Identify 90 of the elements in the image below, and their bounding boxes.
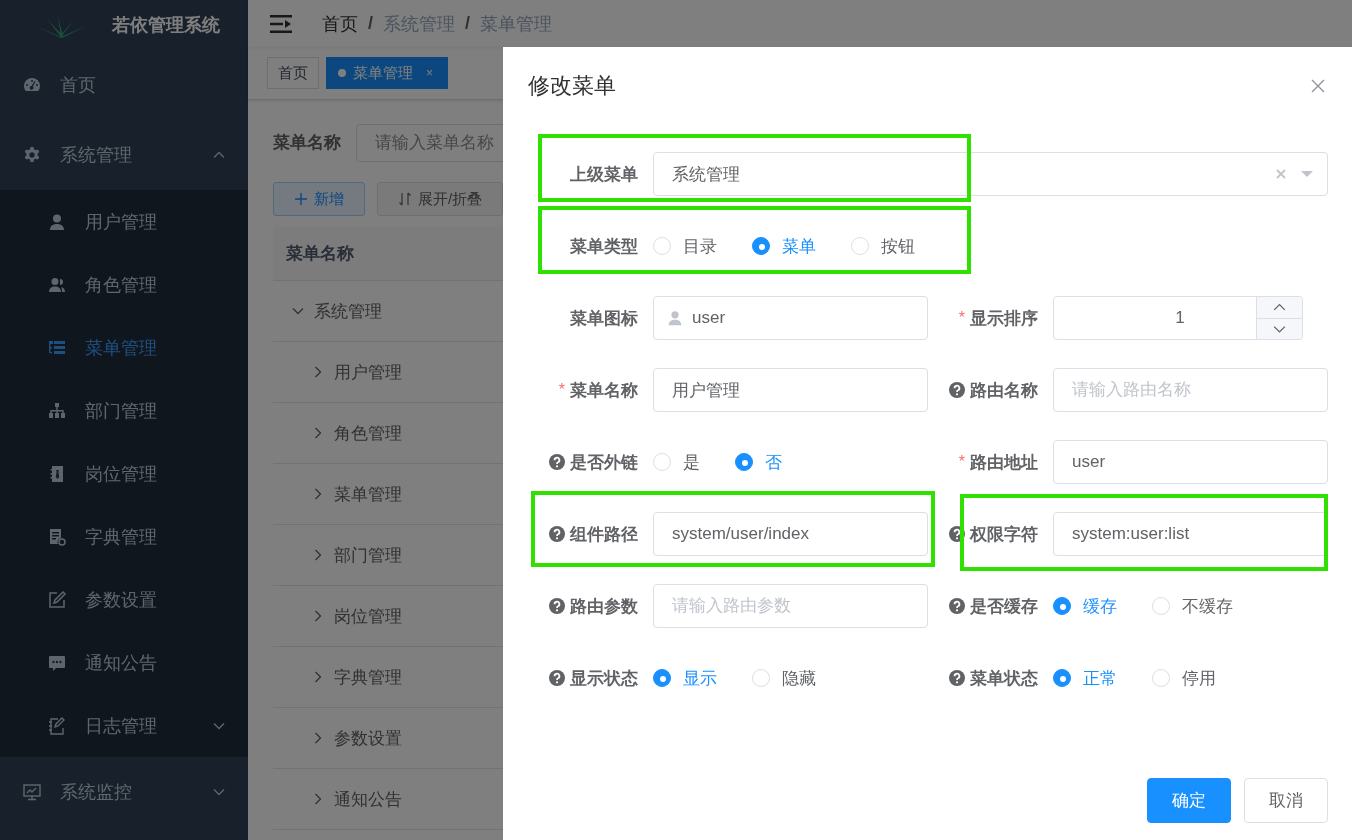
org-chart-icon <box>47 400 67 421</box>
field-label: 菜单图标 <box>570 307 638 330</box>
text-field[interactable]: 请输入路由参数 <box>653 584 928 628</box>
edit-icon <box>47 589 67 610</box>
field-label: 组件路径 <box>570 523 638 546</box>
radio-label: 停用 <box>1182 667 1216 690</box>
sidebar-item[interactable]: 用户管理 <box>0 190 248 253</box>
sidebar-item[interactable]: 首页 <box>0 50 248 120</box>
table-cell: 角色管理 <box>273 421 402 445</box>
field-label: 菜单类型 <box>570 235 638 258</box>
sidebar-item[interactable]: 菜单管理 <box>0 316 248 379</box>
parent-menu-select[interactable]: 系统管理 <box>653 152 1328 196</box>
plus-icon <box>294 192 308 206</box>
field-label: 是否外链 <box>570 451 638 474</box>
required-mark: * <box>958 309 965 327</box>
required-mark: * <box>958 453 965 471</box>
radio-button[interactable] <box>735 453 753 471</box>
field-label: 路由参数 <box>570 595 638 618</box>
radio-label: 不缓存 <box>1182 595 1233 618</box>
sidebar-item[interactable]: 参数设置 <box>0 568 248 631</box>
text-field[interactable]: system/user/index <box>653 512 928 556</box>
field-label: 菜单状态 <box>970 667 1038 690</box>
breadcrumb-separator: / <box>465 13 471 34</box>
text-field[interactable]: 请输入路由名称 <box>1053 368 1328 412</box>
icon-input-field[interactable]: user <box>653 296 928 340</box>
radio-label: 菜单 <box>782 235 816 258</box>
sidebar-item[interactable]: 岗位管理 <box>0 442 248 505</box>
radio-label: 目录 <box>683 235 717 258</box>
column-header: 菜单名称 <box>286 243 354 265</box>
app-title: 若依管理系统 <box>112 14 220 37</box>
radio-label: 正常 <box>1083 667 1117 690</box>
page-tab[interactable]: 首页 <box>267 57 319 89</box>
sidebar-item[interactable]: 字典管理 <box>0 505 248 568</box>
expand-collapse-button[interactable]: 展开/折叠 <box>377 182 504 216</box>
radio-button[interactable] <box>1053 669 1071 687</box>
edit-document-icon <box>47 715 67 736</box>
table-cell: 菜单管理 <box>273 482 402 506</box>
field-label: 显示状态 <box>570 667 638 690</box>
field-label: 路由地址 <box>970 451 1038 474</box>
table-cell: 参数设置 <box>273 726 402 750</box>
add-button[interactable]: 新增 <box>273 182 365 216</box>
radio-label: 缓存 <box>1083 595 1117 618</box>
menu-icon[interactable] <box>270 14 292 33</box>
sidebar-item[interactable]: 角色管理 <box>0 253 248 316</box>
radio-label: 显示 <box>683 667 717 690</box>
field-label: 路由名称 <box>970 379 1038 402</box>
sidebar-item[interactable]: 系统监控 <box>0 757 248 827</box>
page-tab[interactable]: 菜单管理 × <box>326 57 448 89</box>
sidebar-item[interactable]: 系统管理 <box>0 120 248 190</box>
breadcrumb-link[interactable]: 首页 <box>322 11 358 36</box>
text-field[interactable]: user <box>1053 440 1328 484</box>
field-label: 上级菜单 <box>570 163 638 186</box>
table-cell: 字典管理 <box>273 665 402 689</box>
tab-close-button[interactable]: × <box>426 66 433 80</box>
sidebar-item[interactable]: 通知公告 <box>0 631 248 694</box>
document-gear-icon <box>47 526 67 547</box>
sidebar-item[interactable]: 日志管理 <box>0 694 248 757</box>
sort-icon <box>398 192 412 206</box>
field-label: 是否缓存 <box>970 595 1038 618</box>
clear-icon <box>1275 168 1287 180</box>
table-cell: 部门管理 <box>273 543 402 567</box>
required-mark: * <box>558 381 565 399</box>
radio-label: 否 <box>765 451 782 474</box>
dialog-title: 修改菜单 <box>528 72 616 100</box>
table-cell: 系统管理 <box>273 299 382 323</box>
field-label: 菜单名称 <box>570 379 638 402</box>
field-label: 显示排序 <box>970 307 1038 330</box>
table-cell: 通知公告 <box>273 787 402 811</box>
search-label: 菜单名称 <box>273 132 341 154</box>
field-label: 权限字符 <box>970 523 1038 546</box>
monitor-icon <box>22 782 42 802</box>
close-icon[interactable] <box>1310 78 1326 94</box>
table-cell: 岗位管理 <box>273 604 402 628</box>
text-field[interactable]: 用户管理 <box>653 368 928 412</box>
radio-button[interactable] <box>752 237 770 255</box>
radio-button[interactable] <box>653 669 671 687</box>
radio-label: 隐藏 <box>782 667 816 690</box>
radio-label: 是 <box>683 451 700 474</box>
radio-label: 按钮 <box>881 235 915 258</box>
table-cell: 用户管理 <box>273 360 402 384</box>
settings-icon <box>22 145 42 165</box>
caret-down-icon <box>1301 170 1313 178</box>
cancel-button[interactable]: 取消 <box>1244 778 1328 823</box>
confirm-button[interactable]: 确定 <box>1147 778 1231 823</box>
person-icon <box>666 309 684 327</box>
number-field[interactable]: 1 <box>1053 296 1303 340</box>
breadcrumb-separator: / <box>368 13 373 34</box>
sidebar-item[interactable]: 部门管理 <box>0 379 248 442</box>
dot-icon <box>338 69 346 77</box>
radio-button[interactable] <box>1053 597 1071 615</box>
